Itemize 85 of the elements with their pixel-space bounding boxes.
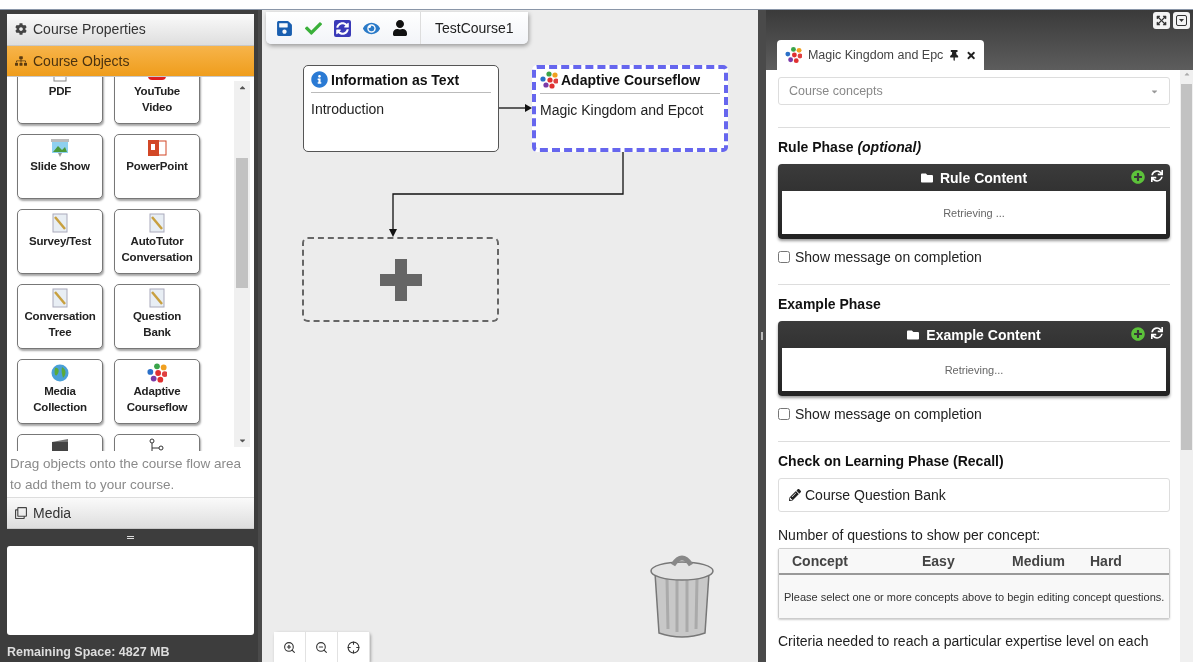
center-view-button[interactable]	[338, 632, 370, 662]
add-node-placeholder[interactable]	[302, 237, 499, 322]
flow-node[interactable]: Information as Text Introduction	[303, 65, 499, 152]
column-header: Medium	[1012, 553, 1066, 569]
column-header: Concept	[792, 553, 849, 569]
checkbox-label: Show message on completion	[795, 249, 982, 265]
scrollbar[interactable]	[234, 81, 250, 447]
course-object-tile[interactable]: AutoTutor Conversation	[114, 209, 200, 275]
panel-title: Example Content	[926, 326, 1041, 343]
course-object-tile[interactable]: Conversation Tree	[17, 284, 103, 350]
pencil-document-icon	[50, 213, 70, 234]
phase-heading: Rule Phase (optional)	[778, 139, 923, 155]
question-bank-button[interactable]: Course Question Bank	[778, 478, 1170, 512]
course-object-tile[interactable]: Question Bank	[114, 284, 200, 350]
checkbox[interactable]	[778, 408, 790, 420]
refresh-icon[interactable]	[1151, 170, 1163, 182]
loading-status: Retrieving...	[944, 363, 1004, 376]
colored-dots-icon	[540, 71, 558, 89]
refresh-icon[interactable]	[1151, 327, 1163, 339]
course-name: TestCourse1	[420, 12, 514, 44]
zoom-in-button[interactable]	[274, 632, 306, 662]
add-icon[interactable]	[1131, 170, 1145, 184]
editor-tab[interactable]: Magic Kingdom and Epc	[777, 40, 984, 70]
gear-icon	[15, 23, 27, 36]
maximize-button[interactable]	[1153, 12, 1170, 29]
globe-icon	[50, 363, 70, 384]
accordion-header[interactable]: Course Objects	[7, 45, 254, 78]
plus-icon	[379, 258, 422, 301]
folder-icon	[907, 328, 920, 341]
node-subtitle: Introduction	[311, 100, 386, 117]
stacked-squares-icon	[15, 506, 27, 519]
drag-hint-text: Drag objects onto the course flow area to add them to your course.	[7, 450, 254, 498]
node-subtitle: Magic Kingdom and Epcot	[540, 101, 705, 118]
check-button[interactable]	[305, 19, 322, 37]
remaining-space-text: Remaining Space: 4827 MB	[7, 645, 170, 659]
folder-icon	[920, 171, 933, 184]
close-icon[interactable]	[965, 49, 976, 61]
loading-status: Retrieving ...	[943, 206, 1005, 219]
pin-icon[interactable]	[949, 49, 960, 61]
checkbox-label: Show message on completion	[795, 406, 982, 422]
node-title: Adaptive Courseflow	[561, 72, 701, 88]
zoom-in-icon	[283, 640, 296, 654]
crosshair-icon	[347, 640, 360, 654]
projector-screen-icon	[50, 138, 70, 159]
pencil-document-icon	[147, 288, 167, 309]
course-object-tile[interactable]: PDF	[17, 77, 103, 125]
column-header: Hard	[1090, 553, 1123, 569]
phase-heading: Check on Learning Phase (Recall)	[778, 453, 1005, 469]
column-header: Easy	[922, 553, 956, 569]
pencil-document-icon	[147, 213, 167, 234]
empty-table-message: Please select one or more concepts above to begin editing concept questions.	[784, 590, 1165, 603]
colored-dots-icon	[147, 363, 167, 384]
course-object-tile[interactable]: PowerPoint	[114, 134, 200, 200]
refresh-button[interactable]	[334, 19, 351, 37]
colored-dots-icon	[785, 46, 802, 64]
sitemap-icon	[15, 55, 27, 68]
pencil-document-icon	[50, 288, 70, 309]
course-object-tile[interactable]: YouTube Video	[114, 77, 200, 125]
course-object-tile[interactable]: Media Collection	[17, 359, 103, 425]
accordion-header[interactable]: Media	[7, 497, 254, 530]
table-caption: Number of questions to show per concept:	[778, 527, 1042, 543]
pencil-icon	[789, 489, 801, 501]
minimize-button[interactable]	[1173, 12, 1190, 29]
resize-handle[interactable]	[761, 332, 763, 340]
zoom-out-icon	[315, 640, 328, 654]
criteria-text: Criteria needed to reach a particular expertise level on each	[778, 633, 1150, 649]
panel-title: Rule Content	[939, 169, 1028, 186]
scrollbar[interactable]	[1180, 70, 1193, 662]
concepts-select[interactable]: Course concepts	[778, 77, 1170, 105]
course-object-tile[interactable]: Adaptive Courseflow	[114, 359, 200, 425]
checkbox[interactable]	[778, 251, 790, 263]
accordion-header[interactable]: Course Properties	[7, 14, 254, 46]
user-button[interactable]	[392, 20, 408, 36]
add-icon[interactable]	[1131, 327, 1145, 341]
info-icon	[311, 71, 328, 88]
course-object-tile[interactable]: Slide Show	[17, 134, 103, 200]
flow-node[interactable]: Adaptive Courseflow Magic Kingdom and Epcot	[532, 65, 728, 152]
course-object-tile[interactable]: Survey/Test	[17, 209, 103, 275]
node-title: Information as Text	[331, 71, 460, 88]
connector-arrow	[498, 104, 532, 112]
phase-heading: Example Phase	[778, 296, 882, 312]
zoom-out-button[interactable]	[306, 632, 338, 662]
resize-handle[interactable]	[127, 536, 134, 540]
slides-file-icon	[147, 138, 167, 159]
save-button[interactable]	[276, 19, 293, 37]
